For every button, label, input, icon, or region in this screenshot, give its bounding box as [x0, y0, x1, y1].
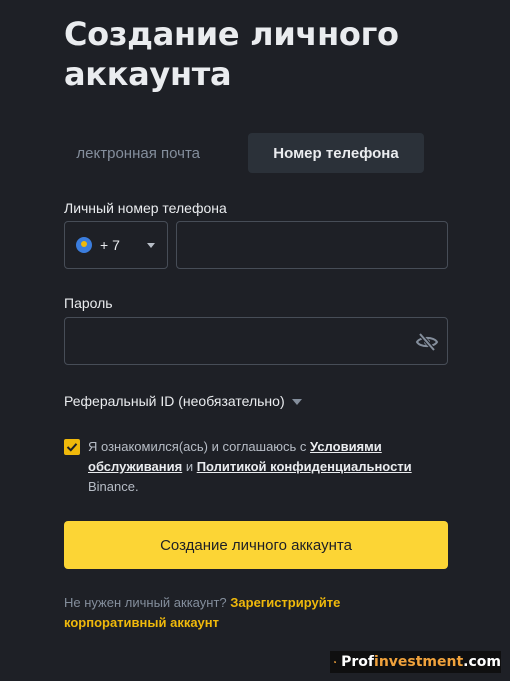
tab-email-label: лектронная почта [76, 144, 200, 162]
phone-input[interactable] [176, 221, 448, 269]
checkmark-icon [66, 443, 78, 452]
phone-label: Личный номер телефона [64, 200, 227, 216]
footer-text: Не нужен личный аккаунт? Зарегистрируйте… [64, 593, 394, 633]
country-code: + 7 [100, 237, 120, 253]
password-input[interactable] [64, 317, 448, 365]
footer-prompt: Не нужен личный аккаунт? [64, 595, 231, 610]
flag-icon [76, 237, 92, 253]
referral-label: Реферальный ID (необязательно) [64, 393, 285, 409]
terms-checkbox[interactable] [64, 439, 80, 455]
terms-suffix: Binance. [88, 479, 139, 494]
tab-phone[interactable]: Номер телефона [248, 133, 424, 173]
watermark-logo-icon [334, 660, 337, 664]
country-code-select[interactable]: + 7 [64, 221, 168, 269]
caret-down-icon [291, 398, 302, 405]
watermark-text-3: .com [463, 654, 501, 670]
referral-toggle[interactable]: Реферальный ID (необязательно) [64, 393, 302, 409]
password-label: Пароль [64, 295, 113, 311]
terms-conj: и [182, 459, 197, 474]
chevron-down-icon [147, 243, 155, 248]
eye-hidden-icon[interactable] [415, 330, 439, 354]
terms-prefix: Я ознакомился(ась) и соглашаюсь с [88, 439, 311, 454]
create-account-button[interactable]: Создание личного аккаунта [64, 521, 448, 569]
terms-text: Я ознакомился(ась) и соглашаюсь с Услови… [88, 437, 433, 497]
page-title: Создание личного аккаунта [64, 15, 399, 93]
watermark-text-2: investment [374, 654, 464, 670]
watermark-text-1: Prof [341, 654, 375, 670]
privacy-policy-link[interactable]: Политикой конфиденциальности [197, 459, 412, 474]
watermark: Prof investment .com [330, 651, 501, 673]
tab-email[interactable]: лектронная почта [40, 133, 230, 173]
